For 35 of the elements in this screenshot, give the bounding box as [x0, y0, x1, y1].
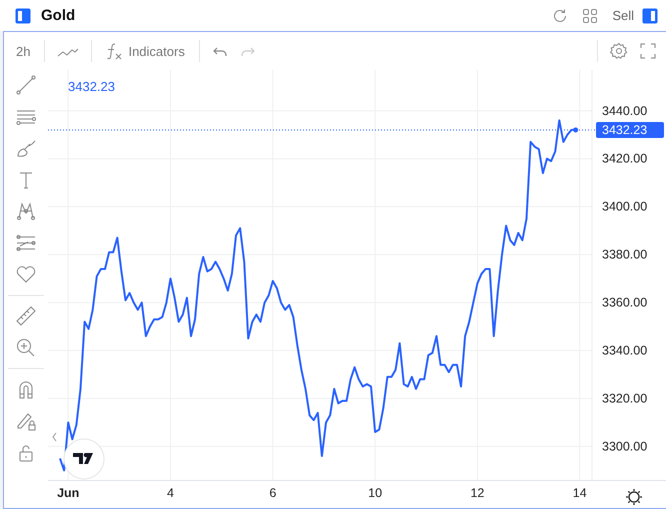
price-axis-label: 3360.00 [602, 296, 648, 310]
time-axis-label: 10 [368, 486, 382, 500]
interval-button[interactable]: 2h [14, 44, 32, 58]
time-axis-label: 4 [167, 486, 174, 500]
indicators-button[interactable]: Indicators [104, 42, 187, 60]
time-axis-label: 6 [269, 486, 276, 500]
panel-icon[interactable] [15, 8, 31, 24]
trend-line-icon[interactable] [15, 74, 37, 96]
theme-icon[interactable] [625, 488, 643, 506]
price-axis-label: 3340.00 [602, 344, 648, 358]
chart-title: Gold [41, 7, 76, 24]
zoom-in-icon[interactable] [15, 336, 37, 358]
pattern-icon[interactable] [15, 200, 37, 222]
collapse-icon[interactable] [52, 432, 56, 442]
function-icon [106, 42, 122, 60]
price-axis-label: 3300.00 [602, 439, 648, 454]
sell-button[interactable]: Sell [612, 8, 634, 23]
ruler-icon[interactable] [15, 305, 37, 327]
grid-icon[interactable] [582, 8, 598, 24]
price-axis-label: 3320.00 [602, 391, 648, 406]
price-axis-label: 3420.00 [602, 152, 648, 166]
last-price-dot [573, 127, 578, 132]
time-axis-label: 12 [470, 486, 484, 500]
refresh-icon[interactable] [552, 8, 568, 24]
price-axis-label: 3440.00 [602, 104, 648, 118]
price-legend: 3432.23 [68, 79, 115, 94]
time-axis-label: 14 [572, 486, 587, 500]
settings-icon[interactable] [610, 42, 628, 60]
fullscreen-icon[interactable] [640, 43, 656, 59]
price-axis-label: 3380.00 [602, 248, 648, 262]
undo-icon[interactable] [212, 45, 228, 57]
last-price-tag: 3432.23 [596, 122, 664, 138]
time-axis-label: Jun [57, 486, 80, 500]
price-axis-label: 3400.00 [602, 200, 648, 214]
panel-icon[interactable] [642, 8, 658, 24]
